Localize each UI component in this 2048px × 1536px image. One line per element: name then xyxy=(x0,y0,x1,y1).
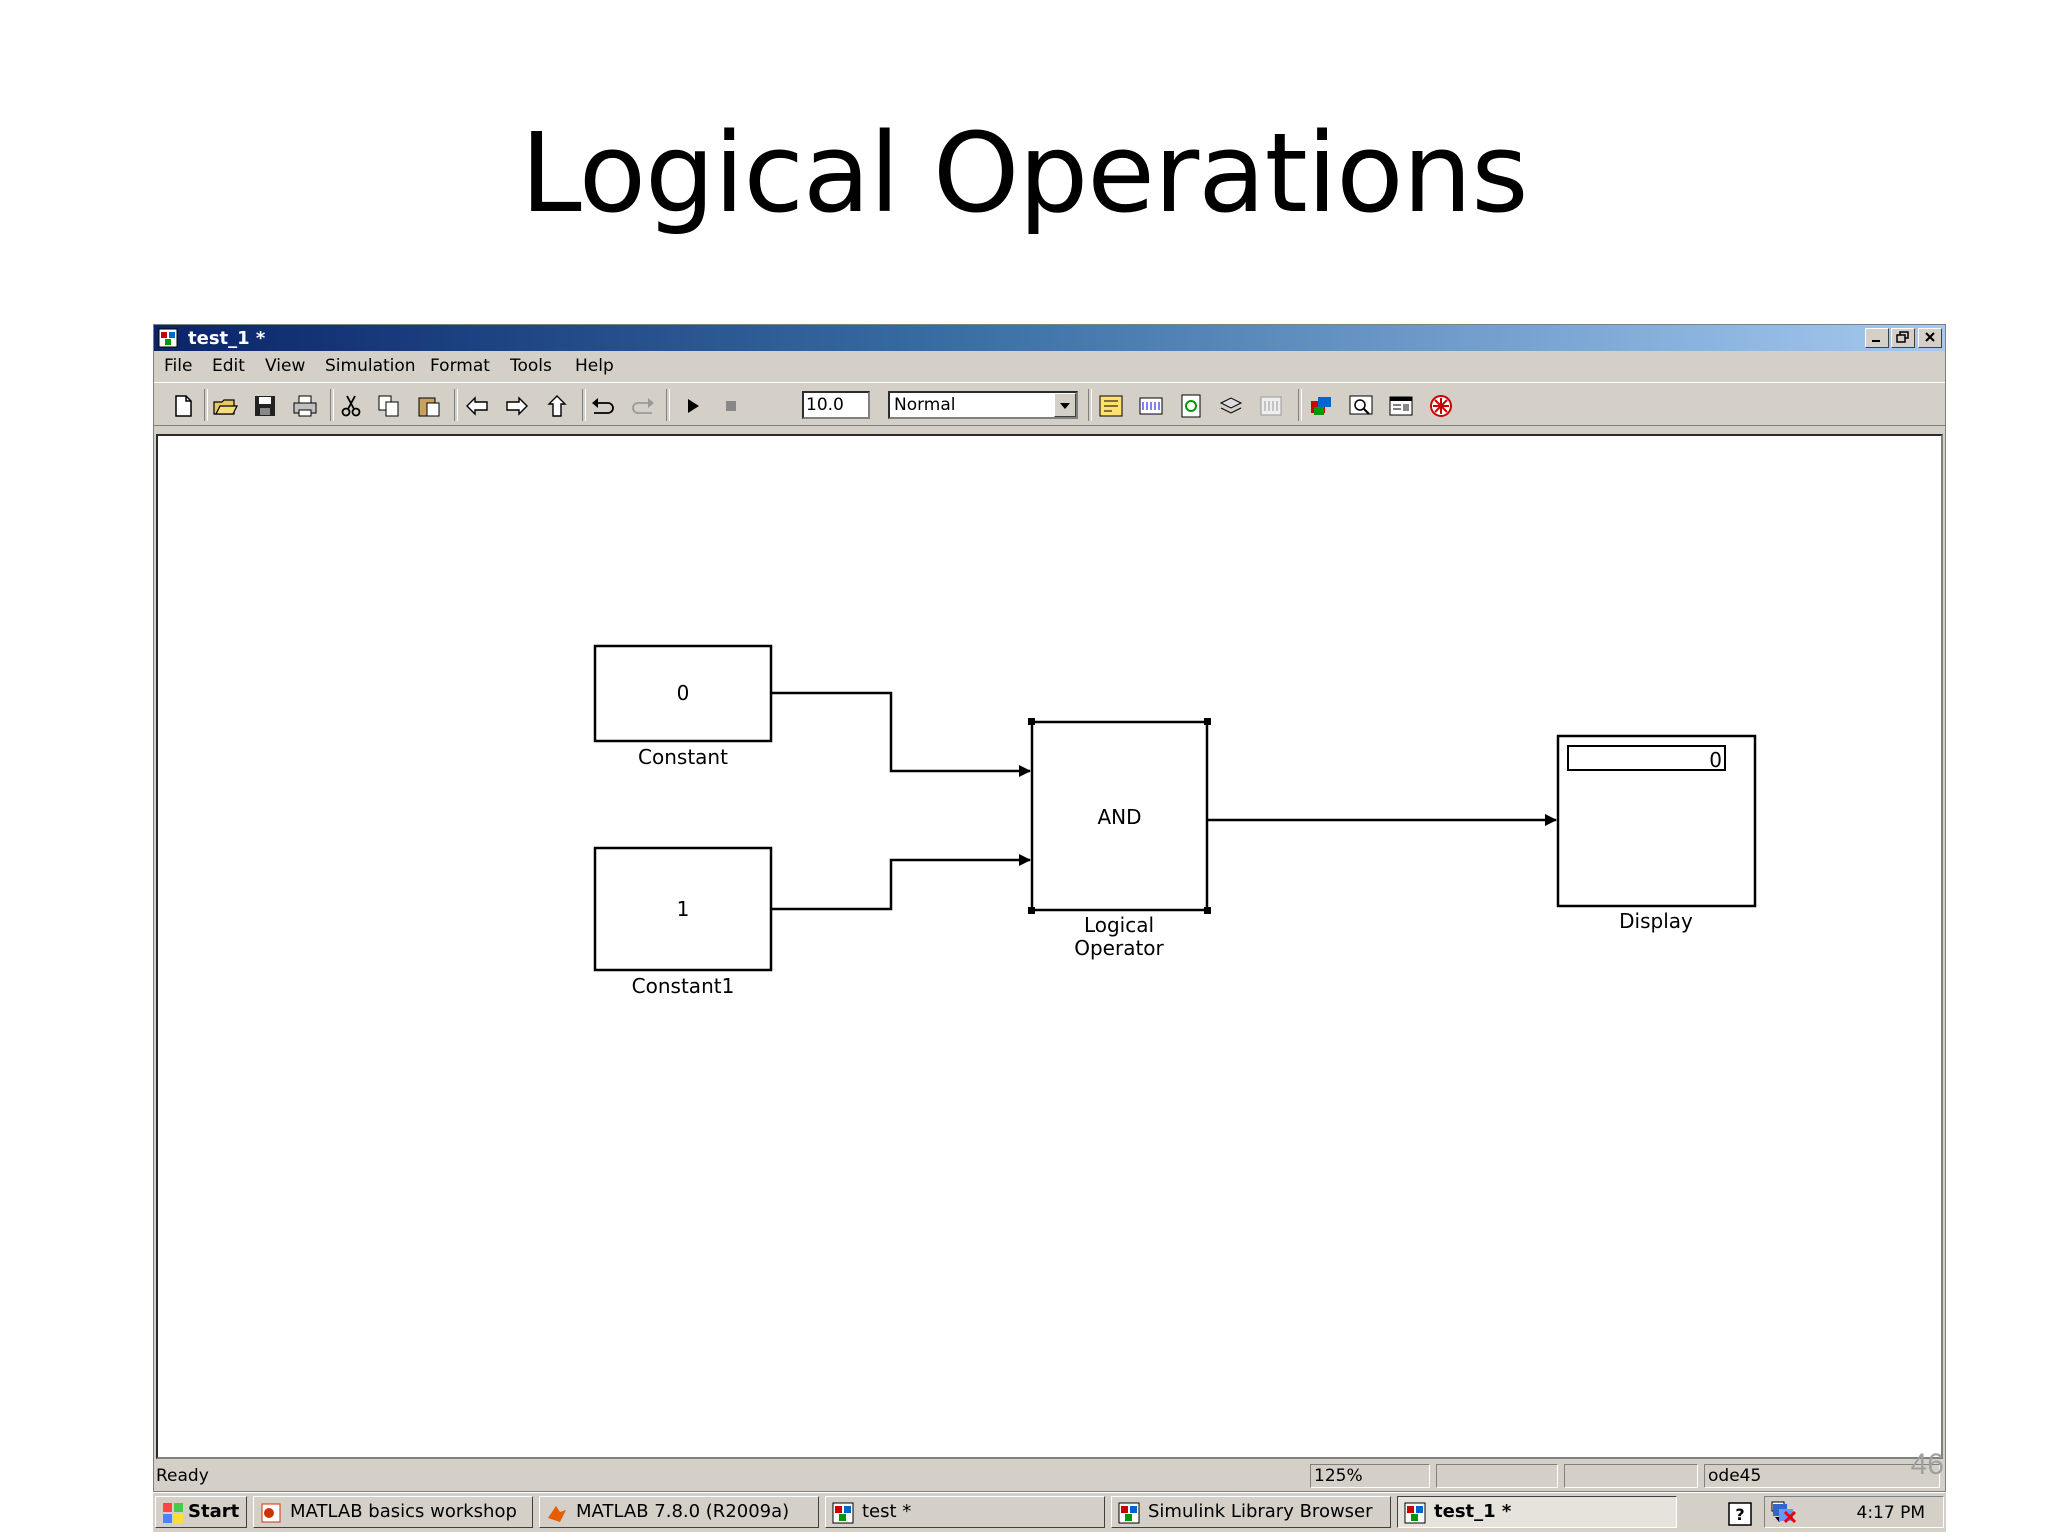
menu-simulation[interactable]: Simulation xyxy=(325,356,416,376)
powerpoint-icon xyxy=(261,1503,281,1523)
debug-icon[interactable] xyxy=(1258,393,1284,419)
open-folder-icon[interactable] xyxy=(212,393,238,419)
new-model-icon[interactable] xyxy=(170,393,196,419)
task-label: test * xyxy=(862,1501,912,1522)
task-label: MATLAB basics workshop xyxy=(290,1501,517,1522)
task-label: MATLAB 7.8.0 (R2009a) xyxy=(576,1501,790,1522)
zoom-level: 125% xyxy=(1310,1464,1430,1488)
slide-title: Logical Operations xyxy=(520,109,1528,237)
selection-handle[interactable] xyxy=(1204,907,1211,914)
status-bar: Ready 125% ode45 xyxy=(154,1461,1945,1489)
dropdown-button[interactable] xyxy=(1054,393,1076,417)
window-title: test_1 * xyxy=(188,328,266,349)
refresh-icon[interactable] xyxy=(1178,393,1204,419)
menu-edit[interactable]: Edit xyxy=(212,356,245,376)
simulation-mode-value: Normal xyxy=(894,395,956,415)
menu-view[interactable]: View xyxy=(265,356,305,376)
restore-button[interactable] xyxy=(1891,328,1915,348)
constant1-value: 1 xyxy=(676,897,690,921)
logical-operator-label-line1: Logical xyxy=(1083,913,1155,937)
selection-handle[interactable] xyxy=(1204,718,1211,725)
sample-time-icon[interactable] xyxy=(1428,393,1454,419)
network-disconnected-icon[interactable] xyxy=(1771,1500,1799,1526)
task-test[interactable]: test * xyxy=(825,1496,1105,1528)
cut-icon[interactable] xyxy=(338,393,364,419)
menu-tools[interactable]: Tools xyxy=(510,356,552,376)
close-button[interactable] xyxy=(1918,328,1942,348)
start-label: Start xyxy=(188,1501,240,1522)
task-test-1[interactable]: test_1 * xyxy=(1397,1496,1677,1528)
constant-label[interactable]: Constant xyxy=(558,746,808,769)
task-label: Simulink Library Browser xyxy=(1148,1501,1373,1522)
simulink-model-icon xyxy=(832,1502,854,1524)
minimize-icon xyxy=(1872,340,1880,342)
menu-format[interactable]: Format xyxy=(430,356,490,376)
slide-number: 46 xyxy=(1910,1448,1944,1481)
start-simulation-icon[interactable] xyxy=(680,393,706,419)
task-matlab[interactable]: MATLAB 7.8.0 (R2009a) xyxy=(539,1496,819,1528)
copy-icon[interactable] xyxy=(376,393,402,419)
stop-time-input[interactable]: 10.0 xyxy=(802,391,870,419)
window-titlebar[interactable]: test_1 * xyxy=(154,325,1945,351)
up-arrow-icon[interactable] xyxy=(544,393,570,419)
model-canvas[interactable]: 0 Constant 1 Constant1 AND Logical Opera… xyxy=(156,434,1943,1459)
svg-text:?: ? xyxy=(1735,1505,1744,1524)
logical-operator-type: AND xyxy=(1097,805,1142,829)
undo-icon[interactable] xyxy=(590,393,616,419)
simulink-model-icon xyxy=(1404,1502,1426,1524)
task-matlab-workshop[interactable]: MATLAB basics workshop xyxy=(253,1496,533,1528)
signal-line-constant1[interactable] xyxy=(771,854,1031,911)
status-cell-empty xyxy=(1564,1464,1698,1488)
simulation-mode-select[interactable]: Normal xyxy=(888,391,1078,419)
save-icon[interactable] xyxy=(252,393,278,419)
display-label[interactable]: Display xyxy=(1531,910,1781,933)
display-value: 0 xyxy=(1709,748,1722,772)
task-label: test_1 * xyxy=(1434,1501,1512,1522)
zoom-icon[interactable] xyxy=(1348,393,1374,419)
minimize-button[interactable] xyxy=(1865,328,1889,348)
simulink-window: test_1 * File Edit View Simulation Forma… xyxy=(153,324,1946,1492)
logical-operator-label-line2: Operator xyxy=(1074,936,1164,960)
windows-logo-icon xyxy=(163,1503,183,1523)
redo-icon[interactable] xyxy=(630,393,656,419)
menu-file[interactable]: File xyxy=(164,356,192,376)
stop-simulation-icon[interactable] xyxy=(718,393,744,419)
logical-operator-label[interactable]: Logical Operator xyxy=(994,914,1244,960)
system-tray: 4:17 PM xyxy=(1764,1496,1944,1528)
menu-bar: File Edit View Simulation Format Tools H… xyxy=(154,352,1945,380)
taskbar: Start MATLAB basics workshop MATLAB 7.8.… xyxy=(153,1492,1946,1532)
status-text: Ready xyxy=(156,1466,209,1486)
selection-handle[interactable] xyxy=(1028,907,1035,914)
model-browser-icon[interactable] xyxy=(1098,393,1124,419)
properties-icon[interactable] xyxy=(1388,393,1414,419)
menu-help[interactable]: Help xyxy=(575,356,614,376)
layers-icon[interactable] xyxy=(1218,393,1244,419)
selection-handle[interactable] xyxy=(1028,718,1035,725)
back-arrow-icon[interactable] xyxy=(464,393,490,419)
clock: 4:17 PM xyxy=(1856,1503,1926,1523)
constant-value: 0 xyxy=(676,681,690,705)
help-icon[interactable]: ? xyxy=(1727,1501,1753,1527)
model-explorer-icon[interactable] xyxy=(1308,393,1334,419)
paste-icon[interactable] xyxy=(416,393,442,419)
constant1-label[interactable]: Constant1 xyxy=(558,975,808,998)
simulink-library-icon xyxy=(1118,1502,1140,1524)
signal-line-constant[interactable] xyxy=(771,691,1031,777)
simulink-model-icon xyxy=(158,328,178,348)
restore-icon xyxy=(1896,331,1909,343)
matlab-icon xyxy=(548,1506,566,1522)
chevron-down-icon xyxy=(1060,403,1070,409)
forward-arrow-icon[interactable] xyxy=(504,393,530,419)
status-cell-empty xyxy=(1436,1464,1558,1488)
library-browser-icon[interactable] xyxy=(1138,393,1164,419)
task-simulink-library[interactable]: Simulink Library Browser xyxy=(1111,1496,1391,1528)
start-button[interactable]: Start xyxy=(155,1496,247,1528)
toolbar: 10.0 Normal xyxy=(154,382,1945,426)
print-icon[interactable] xyxy=(292,393,318,419)
close-icon xyxy=(1925,332,1935,342)
